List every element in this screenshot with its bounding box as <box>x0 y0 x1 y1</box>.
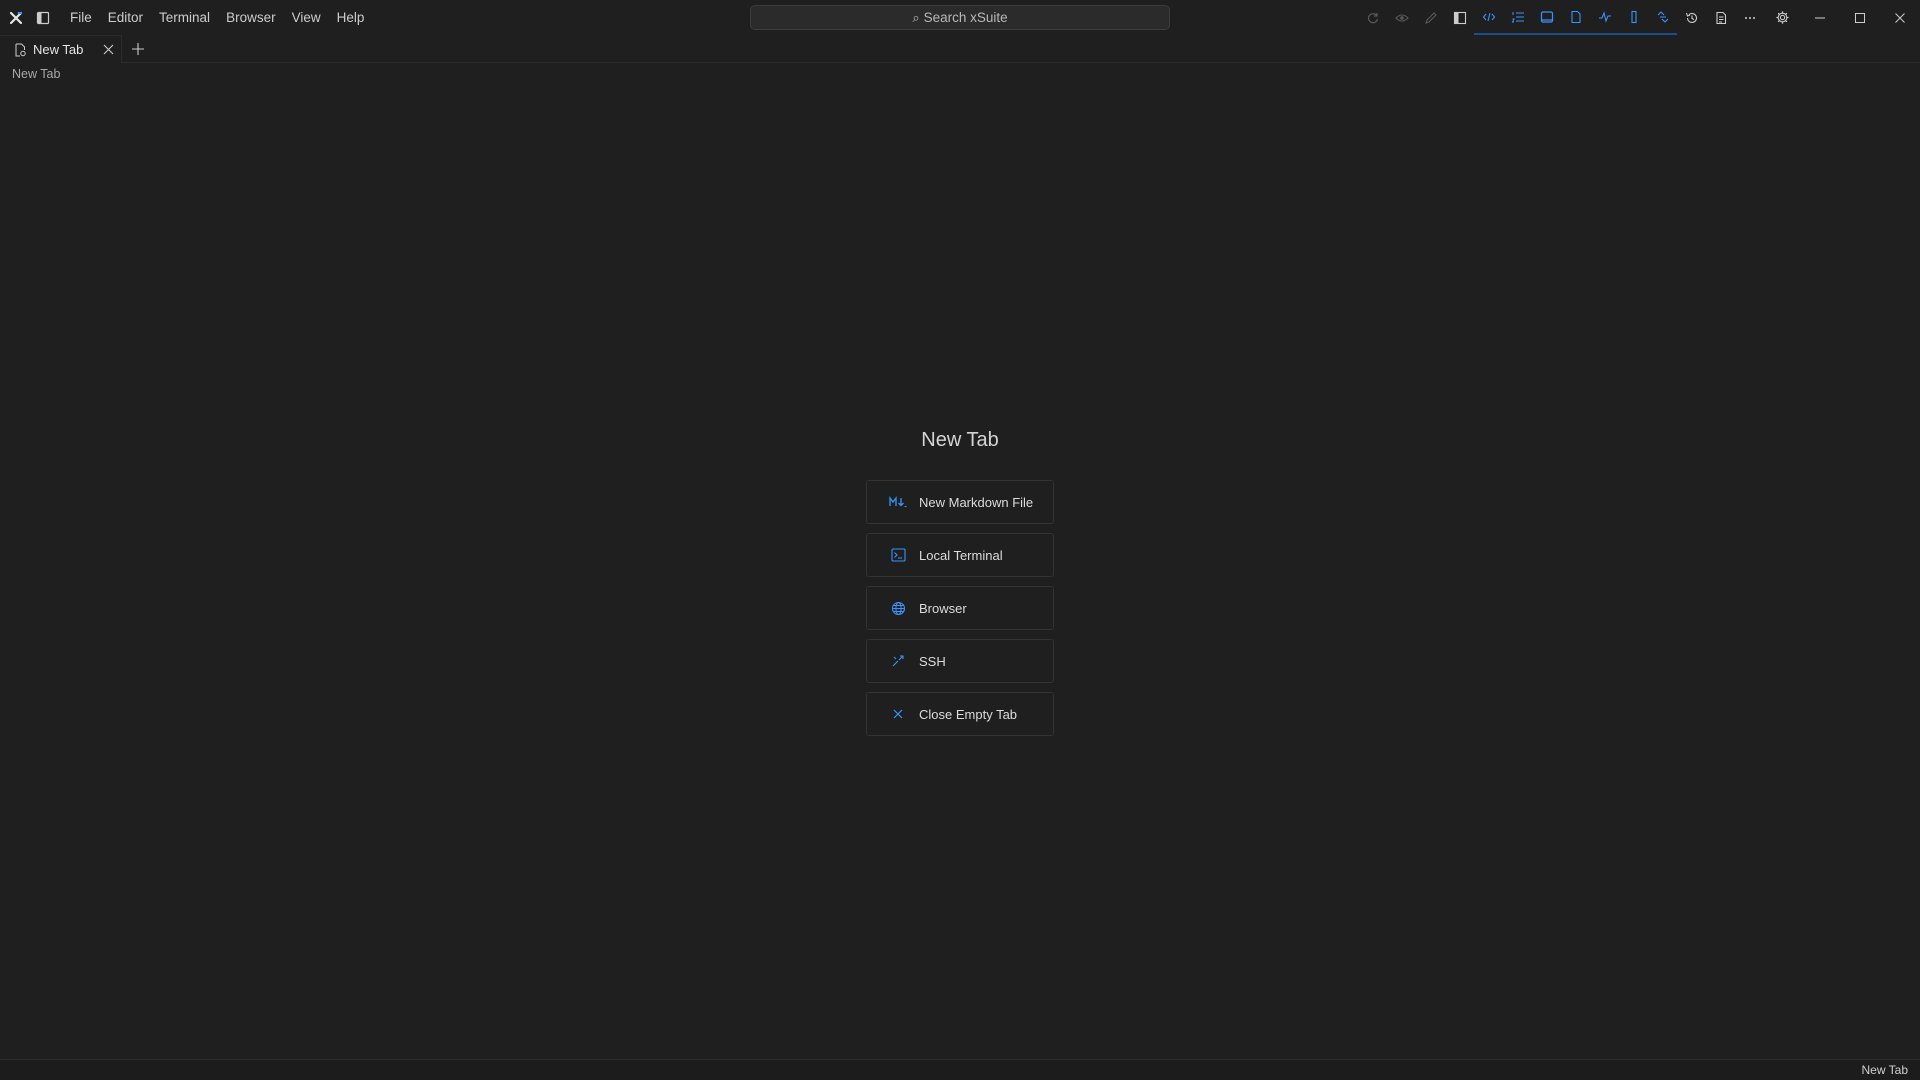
minimize-button[interactable] <box>1800 0 1840 35</box>
action-list: New Markdown File Local Terminal Browser… <box>866 460 1054 736</box>
local-terminal-button[interactable]: Local Terminal <box>866 533 1054 577</box>
app-logo-icon[interactable] <box>0 0 32 35</box>
toolbar <box>1358 0 1920 35</box>
app-window: File Editor Terminal Browser View Help ⌕… <box>0 0 1920 1080</box>
menu-browser[interactable]: Browser <box>218 6 284 30</box>
tab-strip: New Tab <box>0 35 1920 63</box>
close-icon <box>888 704 908 724</box>
ssh-icon <box>888 651 908 671</box>
tab-label: New Tab <box>33 42 84 57</box>
page-title: New Tab <box>921 429 999 451</box>
eye-icon[interactable] <box>1387 0 1416 35</box>
maximize-button[interactable] <box>1840 0 1880 35</box>
breadcrumb: New Tab <box>12 67 61 81</box>
menu-editor[interactable]: Editor <box>100 6 151 30</box>
status-bar: New Tab <box>0 1059 1920 1080</box>
new-markdown-file-button[interactable]: New Markdown File <box>866 480 1054 524</box>
add-tab-button[interactable] <box>122 35 154 63</box>
history-icon[interactable] <box>1677 0 1706 35</box>
title-bar: File Editor Terminal Browser View Help ⌕… <box>0 0 1920 35</box>
browser-button[interactable]: Browser <box>866 586 1054 630</box>
menu-file[interactable]: File <box>62 6 100 30</box>
pencil-icon[interactable] <box>1416 0 1445 35</box>
code-icon[interactable] <box>1474 0 1503 35</box>
link-icon[interactable] <box>1648 0 1677 35</box>
search-icon: ⌕ <box>912 9 920 25</box>
notes-icon[interactable] <box>1706 0 1735 35</box>
close-window-button[interactable] <box>1880 0 1920 35</box>
sidebar-toggle-icon[interactable] <box>32 0 54 35</box>
menu-view[interactable]: View <box>284 6 329 30</box>
search-label: Search xSuite <box>923 10 1008 25</box>
menu-terminal[interactable]: Terminal <box>151 6 218 30</box>
sync-icon[interactable] <box>1358 0 1387 35</box>
markdown-icon <box>888 492 908 512</box>
more-icon[interactable] <box>1735 0 1764 35</box>
panel-icon[interactable] <box>1532 0 1561 35</box>
globe-icon <box>888 598 908 618</box>
column-icon[interactable] <box>1619 0 1648 35</box>
sidebar-left-icon[interactable] <box>1445 0 1474 35</box>
file-icon[interactable] <box>1561 0 1590 35</box>
ssh-button[interactable]: SSH <box>866 639 1054 683</box>
new-tab-panel: New Tab New Markdown File Local Terminal… <box>0 420 1920 736</box>
search-box[interactable]: ⌕ Search xSuite <box>750 5 1170 30</box>
gear-icon[interactable] <box>1764 0 1800 35</box>
action-label: SSH <box>919 653 946 669</box>
file-gear-icon <box>13 43 27 57</box>
plus-icon <box>132 43 144 55</box>
status-tab-name: New Tab <box>1861 1063 1908 1077</box>
menu-bar: File Editor Terminal Browser View Help <box>62 6 372 30</box>
close-empty-tab-button[interactable]: Close Empty Tab <box>866 692 1054 736</box>
action-label: Local Terminal <box>919 547 1003 563</box>
terminal-icon <box>888 545 908 565</box>
action-label: Close Empty Tab <box>919 706 1018 722</box>
menu-help[interactable]: Help <box>329 6 373 30</box>
tab-close-icon[interactable] <box>97 39 119 61</box>
list-numbered-icon[interactable] <box>1503 0 1532 35</box>
action-label: New Markdown File <box>919 494 1034 510</box>
action-label: Browser <box>919 600 967 616</box>
tab-new-tab[interactable]: New Tab <box>0 35 122 63</box>
activity-icon[interactable] <box>1590 0 1619 35</box>
